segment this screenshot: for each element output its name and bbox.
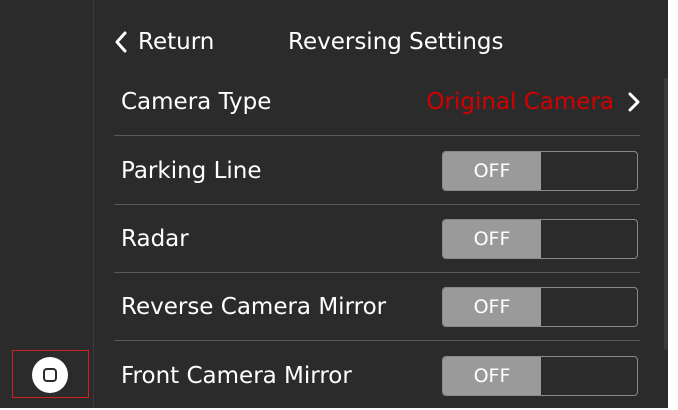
toggle-off-segment: OFF xyxy=(443,219,541,258)
home-square-icon xyxy=(43,368,57,382)
return-label: Return xyxy=(138,29,215,55)
setting-label: Parking Line xyxy=(121,157,262,184)
setting-row-radar: Radar OFF xyxy=(114,205,640,273)
setting-label: Reverse Camera Mirror xyxy=(121,293,387,320)
toggle-off-segment: OFF xyxy=(443,151,541,190)
camera-type-value-text: Original Camera xyxy=(426,88,614,115)
home-button[interactable] xyxy=(32,357,68,393)
parking-line-toggle[interactable]: OFF xyxy=(442,150,638,191)
side-bar xyxy=(0,0,94,408)
return-button[interactable]: Return xyxy=(114,26,214,58)
chevron-right-icon xyxy=(628,92,640,111)
setting-row-front-camera-mirror: Front Camera Mirror OFF xyxy=(114,342,640,410)
home-button-frame[interactable] xyxy=(12,350,89,398)
front-camera-mirror-toggle[interactable]: OFF xyxy=(442,356,638,396)
toggle-off-segment: OFF xyxy=(443,287,541,326)
toggle-off-segment: OFF xyxy=(443,357,541,395)
header: Return Reversing Settings xyxy=(94,0,668,68)
right-edge xyxy=(668,0,678,408)
setting-row-reverse-camera-mirror: Reverse Camera Mirror OFF xyxy=(114,273,640,341)
setting-label: Front Camera Mirror xyxy=(121,363,352,389)
setting-row-parking-line: Parking Line OFF xyxy=(114,137,640,205)
setting-label: Camera Type xyxy=(121,88,272,115)
setting-row-camera-type[interactable]: Camera Type Original Camera xyxy=(114,68,640,136)
settings-panel: Return Reversing Settings Camera Type Or… xyxy=(94,0,678,408)
radar-toggle[interactable]: OFF xyxy=(442,218,638,259)
reverse-camera-mirror-toggle[interactable]: OFF xyxy=(442,286,638,327)
camera-type-value[interactable]: Original Camera xyxy=(426,89,640,115)
page-title: Reversing Settings xyxy=(288,29,504,55)
setting-label: Radar xyxy=(121,225,189,252)
screen: Return Reversing Settings Camera Type Or… xyxy=(0,0,678,408)
chevron-left-icon xyxy=(115,31,127,53)
